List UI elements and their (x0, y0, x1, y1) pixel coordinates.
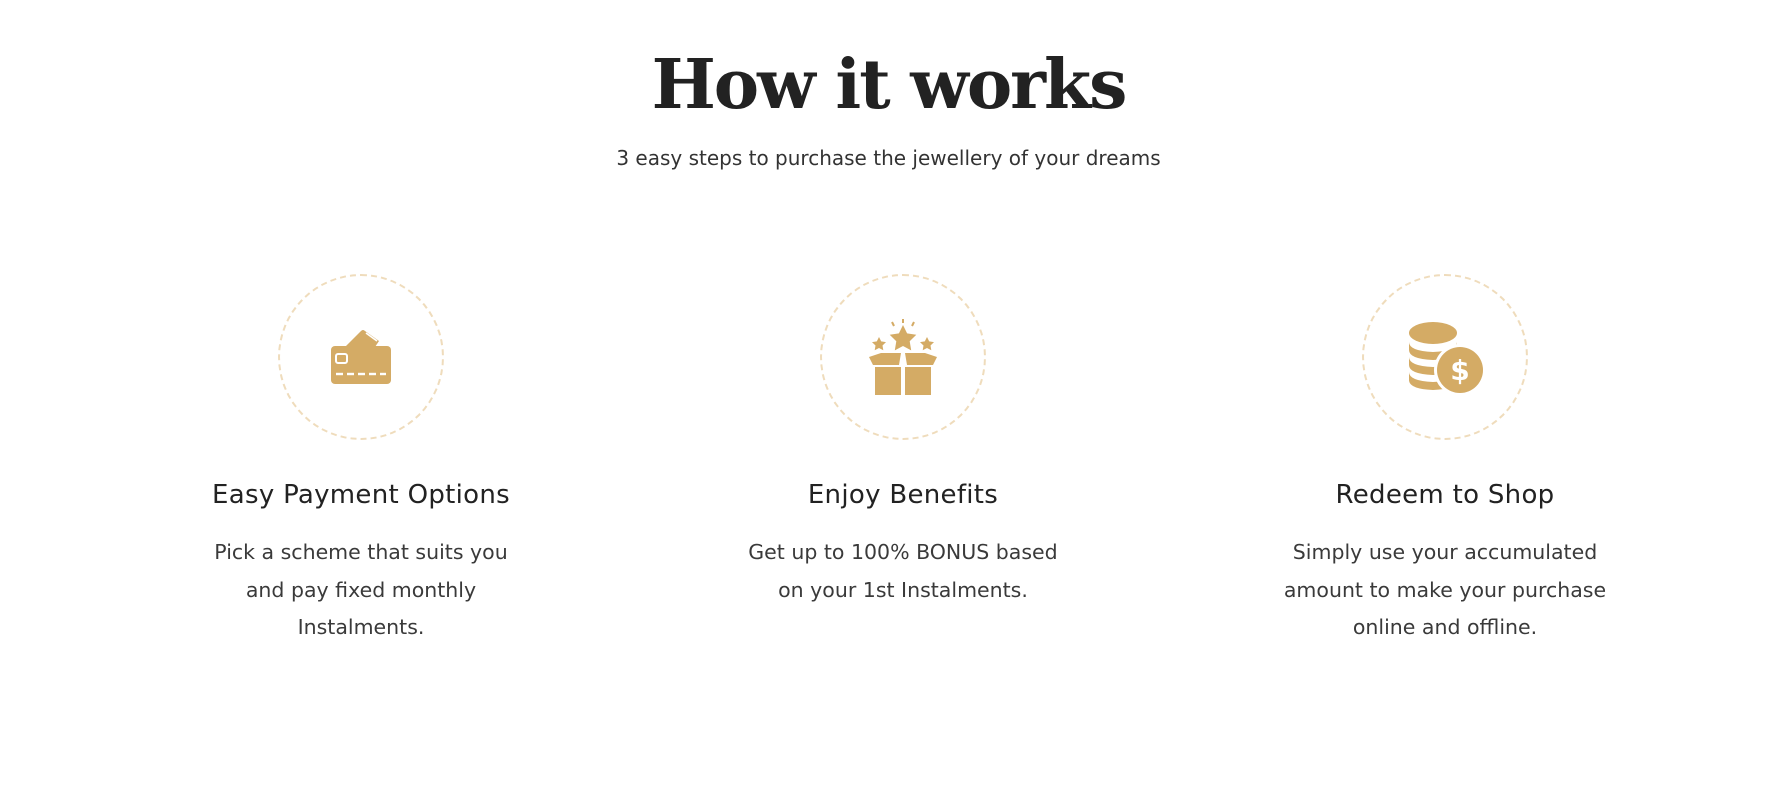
icon-ring: $ (1362, 274, 1528, 440)
gift-box-stars-icon (865, 317, 941, 397)
page-subtitle: 3 easy steps to purchase the jewellery o… (616, 146, 1161, 170)
step-title: Easy Payment Options (212, 480, 510, 510)
step-card-redeem-to-shop: $ Redeem to Shop Simply use your accumul… (1245, 274, 1645, 647)
credit-card-icon (325, 321, 397, 393)
svg-text:$: $ (1450, 354, 1469, 387)
coins-dollar-icon: $ (1405, 317, 1485, 397)
step-card-enjoy-benefits: Enjoy Benefits Get up to 100% BONUS base… (703, 274, 1103, 609)
step-description: Simply use your accumulated amount to ma… (1283, 540, 1607, 639)
icon-ring (820, 274, 986, 440)
step-card-easy-payment: Easy Payment Options Pick a scheme that … (161, 274, 561, 647)
icon-ring (278, 274, 444, 440)
step-title: Redeem to Shop (1335, 480, 1555, 510)
step-title: Enjoy Benefits (807, 480, 999, 510)
step-description: Pick a scheme that suits you and pay fix… (214, 540, 508, 639)
step-description: Get up to 100% BONUS based on your 1st I… (748, 540, 1058, 602)
page-title: How it works (651, 45, 1128, 125)
